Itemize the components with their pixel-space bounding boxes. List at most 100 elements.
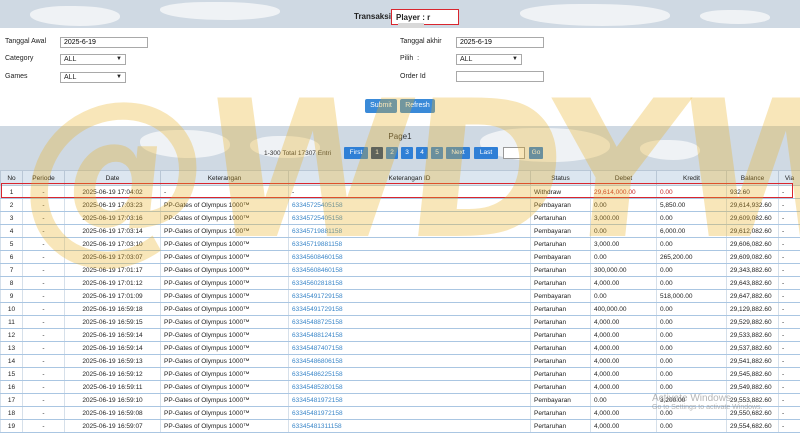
first-page-button[interactable]: First [344,147,368,159]
col-balance[interactable]: Balance [726,170,779,186]
cell-keterangan-id[interactable]: 63345487407158 [288,341,531,355]
page-button-2[interactable]: 2 [386,147,398,159]
cell-status: Pembayaran [530,250,591,264]
games-select[interactable]: ALL ▼ [60,72,126,83]
table-row: 2-2025-06-19 17:03:23 PP-Gates of Olympus… [0,198,800,212]
cell-keterangan-id[interactable]: 63345608460158 [288,250,531,264]
cell-keterangan-id[interactable]: 63345485280158 [288,380,531,394]
cell-periode: - [22,211,65,225]
cell-kredit: 0.00 [656,276,727,290]
cell-keterangan-id[interactable]: 63345481972158 [288,406,531,420]
cell-no: 17 [0,393,23,407]
cell-debet: 3,000.00 [590,237,657,251]
games-label: Games [5,73,28,80]
cell-periode: - [22,198,65,212]
cell-date: 2025-06-19 17:03:07 [64,250,161,264]
cell-kredit: 3,200.00 [656,393,727,407]
cell-kredit: 0.00 [656,315,727,329]
col-via[interactable]: Via [778,170,800,186]
col-kredit[interactable]: Kredit [656,170,727,186]
col-keterangan[interactable]: Keterangan [160,170,289,186]
cell-debet: 0.00 [590,393,657,407]
cell-date: 2025-06-19 16:59:08 [64,406,161,420]
pager: Page1 1-300 Total 17307 Entri First 1 2 … [0,126,800,170]
cell-keterangan-id[interactable]: 63345481972158 [288,393,531,407]
player-name-box: Player : r [391,9,459,31]
page-title: Transaksi [354,12,391,21]
cell-keterangan-id[interactable]: 63345719881158 [288,237,531,251]
cell-date: 2025-06-19 16:59:14 [64,341,161,355]
cell-keterangan-id[interactable]: 63345602818158 [288,276,531,290]
page-button-4[interactable]: 4 [416,147,428,159]
submit-button[interactable]: Submit [365,99,397,113]
cell-debet: 4,000.00 [590,354,657,368]
cell-keterangan-id[interactable]: 63345486225158 [288,367,531,381]
last-page-button[interactable]: Last [474,147,498,159]
pilih-select[interactable]: ALL ▼ [456,54,522,65]
col-keterangan-id[interactable]: Keterangan ID [288,170,531,186]
cell-kredit: 0.00 [656,302,727,316]
cell-periode: - [22,315,65,329]
cell-periode: - [22,406,65,420]
col-date[interactable]: Date [64,170,161,186]
cell-keterangan: PP-Gates of Olympus 1000™ [160,341,289,355]
cell-periode: - [22,341,65,355]
cell-balance: 29,549,882.60 [726,380,779,394]
cell-balance: 29,614,932.60 [726,198,779,212]
filter-form: Tanggal Awal Tanggal akhir Category ALL … [0,28,800,126]
cell-no: 2 [0,198,23,212]
cell-debet: 4,000.00 [590,380,657,394]
cell-keterangan-id[interactable]: 63345488124158 [288,328,531,342]
cell-debet: 4,000.00 [590,419,657,433]
go-button[interactable]: Go [529,147,543,159]
cell-via: - [778,341,800,355]
cell-keterangan-id[interactable]: 63345486806158 [288,354,531,368]
cell-keterangan-id[interactable]: 63345481311158 [288,419,531,433]
col-no[interactable]: No [0,170,23,186]
next-page-button[interactable]: Next [446,147,470,159]
cell-kredit: 0.00 [656,211,727,225]
cell-keterangan-id[interactable]: 63345608460158 [288,263,531,277]
cell-kredit: 0.00 [656,354,727,368]
cell-balance: 29,533,882.60 [726,328,779,342]
tanggal-akhir-input[interactable] [456,37,544,48]
cell-no: 3 [0,211,23,225]
cell-periode: - [22,354,65,368]
cell-keterangan: PP-Gates of Olympus 1000™ [160,276,289,290]
order-id-input[interactable] [456,71,544,82]
page-number-input[interactable] [503,147,525,159]
category-label: Category [5,55,34,62]
table-row: 6-2025-06-19 17:03:07 PP-Gates of Olympus… [0,250,800,264]
col-status[interactable]: Status [530,170,591,186]
cell-keterangan-id[interactable]: 63345491729158 [288,289,531,303]
cell-keterangan-id[interactable]: 63345491729158 [288,302,531,316]
cell-periode: - [22,328,65,342]
cell-status: Pertaruhan [530,367,591,381]
order-id-label: Order Id [400,73,426,80]
page-button-3[interactable]: 3 [401,147,413,159]
cell-keterangan-id[interactable]: 63345725405158 [288,211,531,225]
cell-status: Pertaruhan [530,211,591,225]
cell-kredit: 0.00 [656,380,727,394]
cell-keterangan-id[interactable]: 63345725405158 [288,198,531,212]
cell-keterangan-id[interactable]: 63345488725158 [288,315,531,329]
page-button-5[interactable]: 5 [431,147,443,159]
tanggal-awal-input[interactable] [60,37,148,48]
cell-no: 1 [0,185,23,199]
cell-periode: - [22,276,65,290]
category-select[interactable]: ALL ▼ [60,54,126,65]
cell-periode: - [22,224,65,238]
col-debet[interactable]: Debet [590,170,657,186]
cell-keterangan-id[interactable]: 63345719881158 [288,224,531,238]
page-button-1[interactable]: 1 [371,147,383,159]
cell-status: Pertaruhan [530,354,591,368]
cell-debet: 0.00 [590,224,657,238]
cell-periode: - [22,419,65,433]
chevron-down-icon: ▼ [512,56,518,62]
cell-balance: 29,606,082.60 [726,237,779,251]
cell-date: 2025-06-19 16:59:15 [64,315,161,329]
refresh-button[interactable]: Refresh [400,99,435,113]
col-periode[interactable]: Periode [22,170,65,186]
table-row: 1-2025-06-19 17:04:02- - Withdraw 29,614,00… [0,185,800,199]
table-row: 13-2025-06-19 16:59:14 PP-Gates of Olympu… [0,341,800,355]
